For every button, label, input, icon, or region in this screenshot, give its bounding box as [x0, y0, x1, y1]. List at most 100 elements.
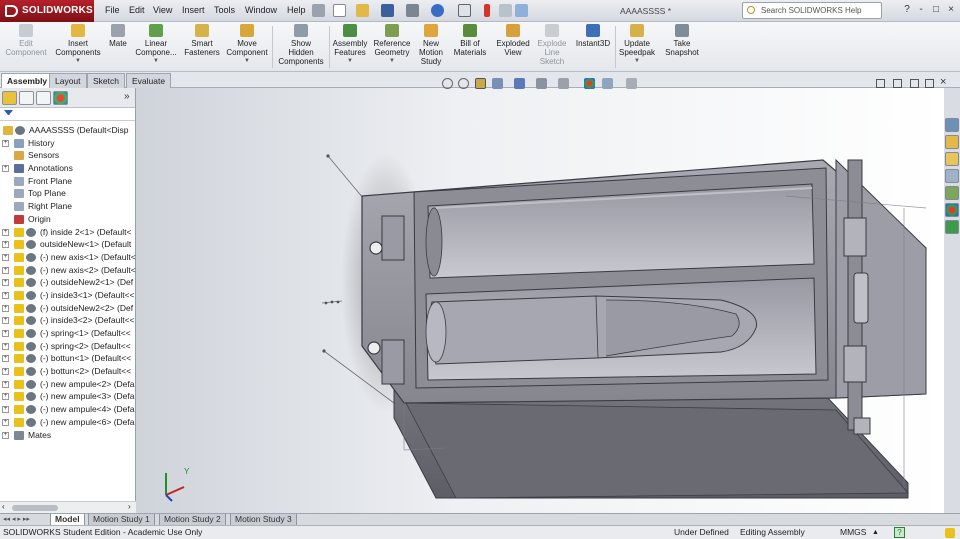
expand-icon[interactable]: +: [2, 304, 9, 312]
apply-scene-icon[interactable]: [602, 78, 613, 89]
previous-view-icon[interactable]: [475, 78, 486, 89]
dropdown-arrow-icon[interactable]: ▼: [224, 57, 270, 66]
minimize-button[interactable]: -: [914, 3, 928, 17]
exploded-view-button[interactable]: Exploded View: [493, 24, 533, 57]
tab-scroll-arrows-icon[interactable]: ◂◂ ◂ ▸ ▸▸: [3, 515, 30, 523]
zoom-to-area-icon[interactable]: [458, 78, 469, 89]
dropdown-arrow-icon[interactable]: ▼: [133, 57, 179, 66]
edit-component-button[interactable]: Edit Component: [4, 24, 48, 57]
tree-item[interactable]: Sensors: [0, 149, 136, 162]
expand-icon[interactable]: +: [2, 330, 9, 337]
pin-icon[interactable]: [312, 4, 325, 17]
tree-item[interactable]: + Annotations: [0, 162, 136, 175]
instant3d-button[interactable]: Instant3D: [573, 24, 613, 48]
smart-fasteners-button[interactable]: Smart Fasteners: [182, 24, 222, 57]
assembly-features-button[interactable]: Assembly Features ▼: [331, 24, 369, 66]
search-help-input[interactable]: Search SOLIDWORKS Help: [742, 2, 882, 19]
tree-item[interactable]: + (-) new ampule<3> (Defa: [0, 390, 136, 403]
expand-icon[interactable]: +: [2, 380, 9, 388]
graphics-area[interactable]: Y: [136, 88, 944, 513]
take-snapshot-button[interactable]: Take Snapshot: [662, 24, 702, 57]
explode-line-sketch-button[interactable]: Explode Line Sketch: [534, 24, 570, 66]
menu-tools[interactable]: Tools: [214, 5, 235, 15]
dropdown-arrow-icon[interactable]: ▼: [331, 57, 369, 66]
expand-icon[interactable]: +: [2, 355, 9, 363]
close-button[interactable]: ×: [944, 3, 958, 17]
menu-window[interactable]: Window: [245, 5, 277, 15]
tree-item[interactable]: + outsideNew<1> (Default: [0, 238, 136, 251]
scroll-left-icon[interactable]: ‹: [2, 502, 5, 511]
menu-file[interactable]: File: [105, 5, 120, 15]
tree-item[interactable]: + (-) bottun<2> (Default<<: [0, 365, 136, 378]
help-button[interactable]: ?: [900, 3, 914, 17]
expand-icon[interactable]: +: [2, 253, 9, 261]
tree-item[interactable]: + (-) new ampule<2> (Defa: [0, 378, 136, 391]
tree-item[interactable]: Right Plane: [0, 200, 136, 213]
update-speedpak-button[interactable]: Update Speedpak ▼: [617, 24, 657, 66]
menu-edit[interactable]: Edit: [129, 5, 145, 15]
solidworks-logo[interactable]: SOLIDWORKS: [0, 0, 94, 22]
expand-icon[interactable]: +: [2, 165, 9, 173]
save-icon[interactable]: [381, 4, 394, 17]
menu-insert[interactable]: Insert: [182, 5, 205, 15]
hide-show-items-icon[interactable]: [558, 78, 569, 89]
mate-button[interactable]: Mate: [106, 24, 130, 48]
expand-icon[interactable]: +: [2, 228, 9, 236]
file-explorer-icon[interactable]: [945, 152, 959, 166]
tree-filter-bar[interactable]: [0, 108, 135, 121]
tree-item[interactable]: + (-) outsideNew2<1> (Def: [0, 276, 136, 289]
tree-item[interactable]: Origin: [0, 213, 136, 226]
expand-icon[interactable]: +: [2, 393, 9, 401]
units-menu-arrow-icon[interactable]: ▲: [872, 526, 879, 539]
feature-tree-tab-icon[interactable]: [2, 91, 17, 105]
tree-item[interactable]: + (-) inside3<1> (Default<<: [0, 289, 136, 302]
reference-geometry-button[interactable]: Reference Geometry ▼: [372, 24, 412, 66]
select-cursor-icon[interactable]: [458, 4, 471, 17]
document-close-icon[interactable]: ×: [940, 76, 946, 88]
show-hidden-components-button[interactable]: Show Hidden Components: [275, 24, 327, 66]
options-icon[interactable]: [515, 4, 528, 17]
section-view-icon[interactable]: [492, 78, 503, 89]
maximize-button[interactable]: □: [929, 3, 943, 17]
tree-item[interactable]: + (-) new ampule<6> (Defa: [0, 416, 136, 429]
file-properties-icon[interactable]: [499, 4, 512, 17]
tree-item[interactable]: + (-) spring<1> (Default<<: [0, 327, 136, 340]
tile-view-icon[interactable]: [876, 79, 885, 88]
dropdown-arrow-icon[interactable]: ▼: [372, 57, 412, 66]
new-motion-study-button[interactable]: New Motion Study: [415, 24, 447, 66]
tree-item[interactable]: + (-) bottun<1> (Default<<: [0, 352, 136, 365]
property-manager-tab-icon[interactable]: [19, 91, 34, 105]
appearances-scenes-icon[interactable]: [945, 186, 959, 200]
units-system[interactable]: MMGS: [840, 526, 866, 539]
custom-properties-icon[interactable]: [945, 203, 959, 217]
tree-item[interactable]: AAAASSSS (Default<Disp: [0, 124, 136, 137]
move-component-button[interactable]: Move Component ▼: [224, 24, 270, 66]
solidworks-resources-icon[interactable]: [945, 118, 959, 132]
menu-help[interactable]: Help: [287, 5, 306, 15]
restore-view-icon[interactable]: [893, 79, 902, 88]
expand-icon[interactable]: +: [2, 279, 9, 287]
document-maximize-icon[interactable]: [925, 79, 934, 88]
expand-icon[interactable]: +: [2, 406, 9, 414]
tree-item[interactable]: Top Plane: [0, 187, 136, 200]
expand-icon[interactable]: +: [2, 368, 9, 376]
expand-icon[interactable]: +: [2, 431, 9, 439]
print-icon[interactable]: [406, 4, 419, 17]
expand-pane-chevron-icon[interactable]: »: [124, 91, 130, 102]
linear-component-pattern-button[interactable]: Linear Compone... ▼: [133, 24, 179, 66]
bill-of-materials-button[interactable]: Bill of Materials: [451, 24, 489, 57]
document-minimize-icon[interactable]: [910, 79, 919, 88]
tab-evaluate[interactable]: Evaluate: [126, 73, 172, 88]
expand-icon[interactable]: +: [2, 342, 9, 350]
design-library-icon[interactable]: [945, 135, 959, 149]
expand-icon[interactable]: +: [2, 317, 9, 325]
insert-components-button[interactable]: Insert Components ▼: [52, 24, 104, 66]
new-document-icon[interactable]: [333, 4, 346, 17]
solidworks-forum-icon[interactable]: [945, 220, 959, 234]
tree-item[interactable]: + (-) new axis<2> (Default<: [0, 264, 136, 277]
dropdown-arrow-icon[interactable]: ▼: [52, 57, 104, 66]
tree-item[interactable]: + (-) new ampule<4> (Defa: [0, 403, 136, 416]
edit-appearance-icon[interactable]: [584, 78, 595, 89]
view-settings-icon[interactable]: [626, 78, 637, 89]
dropdown-arrow-icon[interactable]: ▼: [617, 57, 657, 66]
